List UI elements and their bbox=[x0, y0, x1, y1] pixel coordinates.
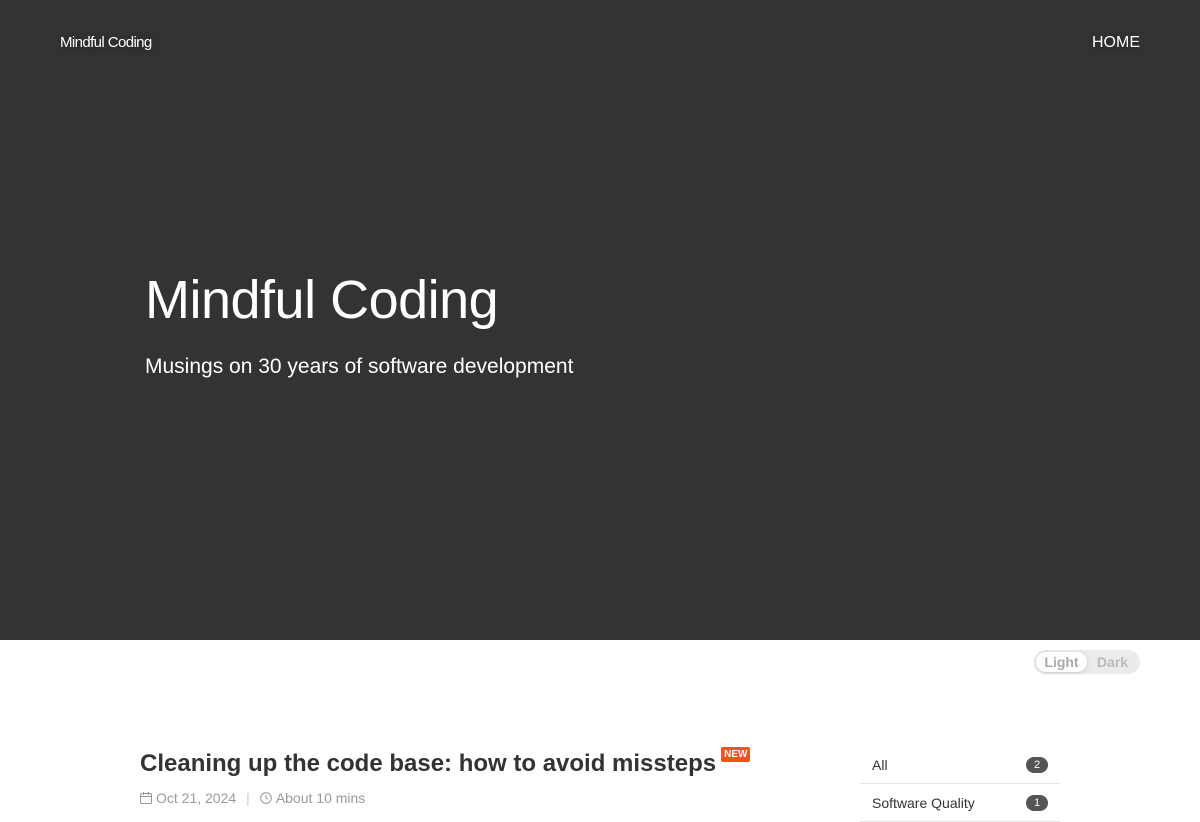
hero-subtitle: Musings on 30 years of software developm… bbox=[145, 355, 574, 378]
site-brand-link[interactable]: Mindful Coding bbox=[60, 34, 152, 51]
theme-dark-option[interactable]: Dark bbox=[1087, 652, 1138, 672]
theme-light-option[interactable]: Light bbox=[1036, 652, 1087, 672]
hero-banner: Mindful Coding HOME Mindful Coding Musin… bbox=[0, 0, 1200, 640]
meta-separator: | bbox=[246, 790, 250, 806]
category-item-software-quality[interactable]: Software Quality 1 bbox=[860, 784, 1060, 822]
theme-toggle[interactable]: Light Dark bbox=[1034, 650, 1140, 674]
category-list: All 2 Software Quality 1 bbox=[860, 746, 1060, 822]
category-count-badge: 2 bbox=[1026, 756, 1048, 773]
post-card: Cleaning up the code base: how to avoid … bbox=[140, 746, 820, 806]
category-count-badge: 1 bbox=[1026, 794, 1048, 811]
post-date: Oct 21, 2024 bbox=[156, 790, 237, 806]
nav-home-link[interactable]: HOME bbox=[1092, 34, 1140, 52]
category-label: All bbox=[872, 756, 888, 773]
post-read-time: About 10 mins bbox=[275, 790, 366, 806]
new-badge: NEW bbox=[721, 747, 751, 762]
category-item-all[interactable]: All 2 bbox=[860, 746, 1060, 784]
calendar-icon bbox=[140, 792, 152, 804]
category-label: Software Quality bbox=[872, 794, 975, 811]
hero-title: Mindful Coding bbox=[145, 270, 499, 330]
post-heading: Cleaning up the code base: how to avoid … bbox=[140, 746, 820, 782]
clock-icon bbox=[260, 792, 272, 804]
post-meta: Oct 21, 2024 | About 10 mins bbox=[140, 790, 820, 806]
post-title-link[interactable]: Cleaning up the code base: how to avoid … bbox=[140, 746, 716, 782]
